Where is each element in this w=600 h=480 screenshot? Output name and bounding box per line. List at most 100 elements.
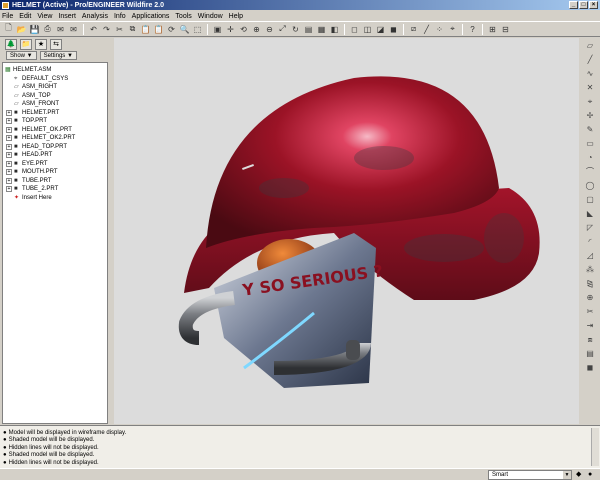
expand-toggle-icon[interactable]: + (6, 109, 12, 116)
pattern-icon[interactable]: ⁂ (584, 264, 596, 275)
datum-planes-icon[interactable]: ⧄ (408, 24, 419, 35)
find-icon[interactable]: 🔍 (179, 24, 190, 35)
expand-toggle-icon[interactable]: + (6, 169, 12, 176)
shading-icon[interactable]: ◼ (388, 24, 399, 35)
paste-icon[interactable]: 📋 (140, 24, 151, 35)
mirror-icon[interactable]: ⧎ (584, 278, 596, 289)
tree-item[interactable]: + ■ EYE.PRT (3, 160, 107, 169)
offset-icon[interactable]: ⧈ (584, 334, 596, 345)
csys-create-icon[interactable]: ⌖ (584, 96, 596, 107)
expand-toggle-icon[interactable]: + (6, 143, 12, 150)
rib-icon[interactable]: ◣ (584, 208, 596, 219)
context-help-icon[interactable]: ? (467, 24, 478, 35)
cut-icon[interactable]: ✂ (114, 24, 125, 35)
settings-menu-button[interactable]: Settings ▼ (39, 51, 77, 60)
tree-item[interactable]: + ■ MOUTH.PRT (3, 168, 107, 177)
expand-toggle-icon[interactable]: + (6, 126, 12, 133)
maximize-button[interactable]: □ (579, 1, 588, 9)
menu-analysis[interactable]: Analysis (82, 13, 108, 20)
tree-item[interactable]: ▦ HELMET.ASM (3, 66, 107, 75)
tree-item[interactable]: + ■ TUBE.PRT (3, 177, 107, 186)
no-hidden-icon[interactable]: ◪ (375, 24, 386, 35)
tree-item[interactable]: + ■ HELMET.PRT (3, 109, 107, 118)
message-scrollbar[interactable] (591, 428, 599, 466)
tree-item[interactable]: ⌖ DEFAULT_CSYS (3, 75, 107, 84)
save-icon[interactable]: 💾 (29, 24, 40, 35)
sketch-icon[interactable]: ✎ (584, 124, 596, 135)
chamfer-icon[interactable]: ◿ (584, 250, 596, 261)
extend-icon[interactable]: ⇥ (584, 320, 596, 331)
menu-tools[interactable]: Tools (175, 13, 191, 20)
tree-item[interactable]: + ■ HEAD.PRT (3, 151, 107, 160)
menu-insert[interactable]: Insert (58, 13, 76, 20)
orient-mode-icon[interactable]: ⟲ (238, 24, 249, 35)
assemble-component-icon[interactable]: ⊞ (487, 24, 498, 35)
tree-item[interactable]: ▱ ASM_RIGHT (3, 83, 107, 92)
expand-toggle-icon[interactable]: + (6, 160, 12, 167)
tree-item[interactable]: ✦ Insert Here (3, 194, 107, 203)
paste-special-icon[interactable]: 📋 (153, 24, 164, 35)
expand-toggle-icon[interactable]: + (6, 118, 12, 125)
reorient-icon[interactable]: ↻ (290, 24, 301, 35)
merge-icon[interactable]: ⊕ (584, 292, 596, 303)
tree-item[interactable]: + ■ HELMET_OK.PRT (3, 126, 107, 135)
selection-filter-dropdown[interactable]: Smart ▼ (488, 470, 572, 480)
tree-item[interactable]: + ■ TUBE_2.PRT (3, 185, 107, 194)
menu-view[interactable]: View (37, 13, 52, 20)
favorites-tab[interactable]: ★ (35, 38, 47, 50)
tree-item[interactable]: ▱ ASM_FRONT (3, 100, 107, 109)
round-icon[interactable]: ◜ (584, 236, 596, 247)
tree-item[interactable]: + ■ HELMET_OK2.PRT (3, 134, 107, 143)
menu-window[interactable]: Window (198, 13, 223, 20)
close-button[interactable]: × (589, 1, 598, 9)
zoom-out-icon[interactable]: ⊖ (264, 24, 275, 35)
draft-icon[interactable]: ◸ (584, 222, 596, 233)
shell-icon[interactable]: ▢ (584, 194, 596, 205)
tree-item[interactable]: + ■ HEAD_TOP.PRT (3, 143, 107, 152)
tree-item[interactable]: + ■ TOP.PRT (3, 117, 107, 126)
sketch-curve-icon[interactable]: ∿ (584, 68, 596, 79)
layers-icon[interactable]: ▦ (316, 24, 327, 35)
minimize-button[interactable]: _ (569, 1, 578, 9)
zoom-in-icon[interactable]: ⊕ (251, 24, 262, 35)
hidden-line-icon[interactable]: ◫ (362, 24, 373, 35)
new-file-icon[interactable]: 🗋 (3, 23, 14, 35)
connections-tab[interactable]: ⇆ (50, 38, 62, 50)
graphics-window[interactable]: Y SO SERIOUS ? (114, 38, 579, 424)
select-box-icon[interactable]: ⬚ (192, 24, 203, 35)
regenerate-icon[interactable]: ⟳ (166, 24, 177, 35)
undo-icon[interactable]: ↶ (88, 24, 99, 35)
menu-file[interactable]: File (2, 13, 13, 20)
redo-icon[interactable]: ↷ (101, 24, 112, 35)
point-icon[interactable]: ⁘ (434, 24, 445, 35)
email-icon[interactable]: ✉ (55, 24, 66, 35)
menu-edit[interactable]: Edit (19, 13, 31, 20)
model-tree-tab[interactable]: 🌲 (5, 38, 17, 50)
datum-axis-icon[interactable]: ╱ (584, 54, 596, 65)
email-attach-icon[interactable]: ✉ (68, 24, 79, 35)
tree-item[interactable]: ▱ ASM_TOP (3, 92, 107, 101)
print-icon[interactable]: ⎙ (42, 24, 53, 35)
expand-toggle-icon[interactable]: + (6, 177, 12, 184)
datum-plane-icon[interactable]: ▱ (584, 40, 596, 51)
expand-toggle-icon[interactable]: + (6, 186, 12, 193)
saved-views-icon[interactable]: ▤ (303, 24, 314, 35)
wireframe-icon[interactable]: ◻ (349, 24, 360, 35)
expand-toggle-icon[interactable]: + (6, 135, 12, 142)
hole-icon[interactable]: ◯ (584, 180, 596, 191)
sweep-icon[interactable]: ⌒ (584, 166, 596, 177)
menu-applications[interactable]: Applications (132, 13, 170, 20)
datum-axes-icon[interactable]: ╱ (421, 24, 432, 35)
expand-toggle-icon[interactable]: + (6, 152, 12, 159)
view-manager-icon[interactable]: ◧ (329, 24, 340, 35)
folder-browser-tab[interactable]: 📁 (20, 38, 32, 50)
thicken-icon[interactable]: ▤ (584, 348, 596, 359)
refit-icon[interactable]: ⤢ (277, 24, 288, 35)
repaint-icon[interactable]: ▣ (212, 24, 223, 35)
spin-center-icon[interactable]: ✛ (225, 24, 236, 35)
show-menu-button[interactable]: Show ▼ (6, 51, 37, 60)
chevron-down-icon[interactable]: ▼ (563, 471, 571, 479)
trim-icon[interactable]: ✂ (584, 306, 596, 317)
revolve-icon[interactable]: ◔ (584, 152, 596, 163)
analysis-icon[interactable]: ✢ (584, 110, 596, 121)
